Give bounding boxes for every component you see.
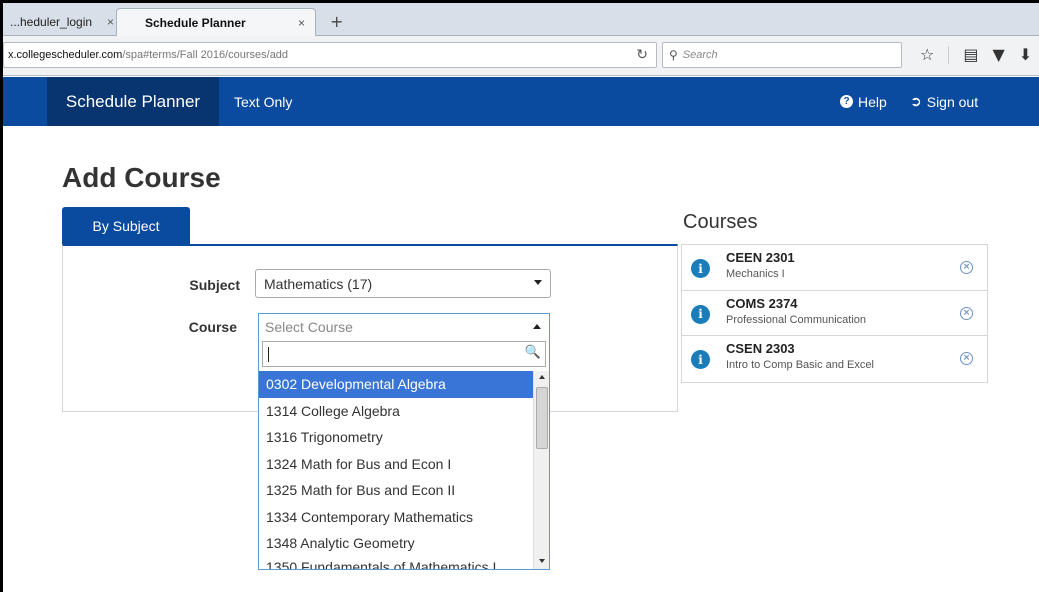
sign-out-label: Sign out — [926, 93, 979, 110]
page-title: Add Course — [62, 162, 221, 193]
course-name: Professional Communication — [726, 313, 867, 326]
close-tab-icon[interactable]: × — [298, 16, 305, 30]
info-icon[interactable]: i — [691, 259, 710, 278]
help-label: Help — [858, 93, 887, 110]
browser-search-input[interactable]: ⚲ Search — [662, 42, 902, 68]
remove-course-icon[interactable]: × — [960, 306, 973, 320]
browser-toolbar-icons: ☆ ▤ ▼ ⬇ — [920, 45, 1032, 64]
subject-select[interactable]: Mathematics (17) — [255, 269, 551, 298]
bookmark-star-icon[interactable]: ☆ — [920, 45, 934, 64]
course-option[interactable]: 1324 Math for Bus and Econ I — [259, 451, 533, 478]
text-cursor — [268, 347, 269, 362]
scroll-up-icon[interactable] — [539, 375, 545, 379]
sign-out-link[interactable]: ➲ Sign out — [910, 77, 978, 126]
browser-tab-login[interactable]: ...heduler_login × — [4, 8, 116, 36]
course-select[interactable]: Select Course — [258, 313, 550, 339]
course-dropdown: 🔍 0302 Developmental Algebra 1314 Colleg… — [258, 339, 550, 570]
chevron-down-icon — [534, 280, 542, 285]
search-icon: 🔍 — [524, 345, 541, 360]
course-name: Mechanics I — [726, 268, 785, 280]
browser-tab-label: Schedule Planner — [145, 15, 246, 30]
dropdown-scrollbar[interactable] — [533, 371, 549, 569]
course-option-partial[interactable]: 1350 Fundamentals of Mathematics I — [259, 557, 533, 569]
browser-tab-strip: ...heduler_login × Schedule Planner × + — [0, 0, 1039, 36]
course-list-item: i CEEN 2301 Mechanics I × — [682, 245, 987, 291]
help-link[interactable]: ? Help — [840, 77, 887, 126]
sign-out-icon: ➲ — [910, 93, 922, 109]
selected-courses-list: i CEEN 2301 Mechanics I × i COMS 2374 Pr… — [681, 244, 988, 383]
course-placeholder: Select Course — [265, 318, 353, 335]
info-icon[interactable]: i — [691, 304, 710, 324]
close-tab-icon[interactable]: × — [107, 15, 114, 29]
brand-link[interactable]: Schedule Planner — [47, 77, 219, 126]
search-placeholder: Search — [682, 49, 718, 61]
help-icon: ? — [840, 95, 853, 108]
course-options-list: 0302 Developmental Algebra 1314 College … — [259, 371, 533, 569]
course-list-item: i CSEN 2303 Intro to Comp Basic and Exce… — [682, 336, 987, 382]
course-option[interactable]: 1325 Math for Bus and Econ II — [259, 477, 533, 504]
url-domain: x.collegescheduler.com — [8, 49, 123, 61]
reload-icon[interactable]: ↻ — [636, 46, 648, 63]
text-only-link[interactable]: Text Only — [234, 77, 292, 126]
course-label: Course — [188, 319, 237, 335]
search-icon: ⚲ — [669, 48, 678, 62]
subject-selected-value: Mathematics (17) — [264, 275, 373, 292]
frame-top-border — [0, 0, 1039, 3]
scroll-down-icon[interactable] — [539, 559, 545, 563]
course-option[interactable]: 1334 Contemporary Mathematics — [259, 504, 533, 531]
course-name: Intro to Comp Basic and Excel — [726, 359, 874, 371]
url-path: /spa#terms/Fall 2016/courses/add — [122, 49, 289, 61]
pocket-icon[interactable]: ▼ — [992, 45, 1004, 64]
courses-heading: Courses — [683, 211, 758, 233]
course-option[interactable]: 1316 Trigonometry — [259, 424, 533, 451]
subject-label: Subject — [189, 277, 240, 293]
course-option[interactable]: 1314 College Algebra — [259, 398, 533, 425]
app-header: Schedule Planner Text Only ? Help ➲ Sign… — [0, 77, 1039, 126]
download-icon[interactable]: ⬇ — [1019, 45, 1032, 64]
frame-left-border — [0, 0, 3, 592]
browser-tab-label: ...heduler_login — [10, 15, 93, 29]
new-tab-button[interactable]: + — [330, 12, 343, 31]
scrollbar-thumb[interactable] — [536, 387, 548, 449]
course-code: CSEN 2303 — [726, 341, 795, 356]
reading-list-icon[interactable]: ▤ — [963, 45, 978, 64]
chevron-up-icon — [533, 324, 541, 329]
course-list-item: i COMS 2374 Professional Communication × — [682, 291, 987, 336]
info-icon[interactable]: i — [691, 350, 710, 369]
tab-by-subject[interactable]: By Subject — [62, 207, 190, 244]
course-search-input[interactable]: 🔍 — [262, 341, 546, 367]
course-code: COMS 2374 — [726, 295, 798, 311]
course-option[interactable]: 0302 Developmental Algebra — [259, 371, 533, 398]
course-option[interactable]: 1348 Analytic Geometry — [259, 530, 533, 557]
toolbar-separator — [948, 45, 950, 64]
browser-tab-schedule-planner[interactable]: Schedule Planner × — [116, 8, 316, 36]
remove-course-icon[interactable]: × — [960, 352, 973, 365]
url-bar[interactable]: x.collegescheduler.com/spa#terms/Fall 20… — [3, 42, 657, 68]
course-code: CEEN 2301 — [726, 250, 795, 265]
remove-course-icon[interactable]: × — [960, 261, 973, 274]
browser-nav-bar: x.collegescheduler.com/spa#terms/Fall 20… — [0, 36, 1039, 76]
